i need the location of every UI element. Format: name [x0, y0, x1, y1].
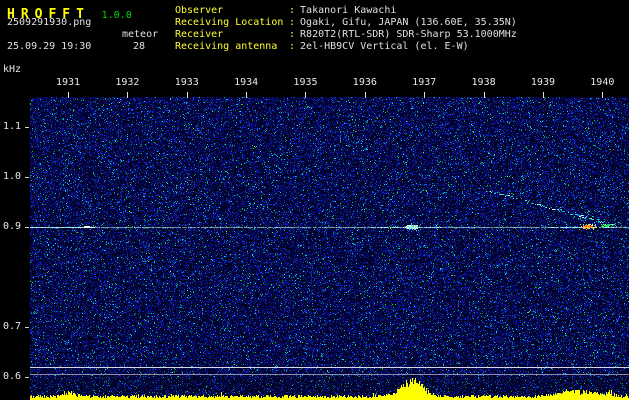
info-label: Observer: [175, 5, 224, 16]
time-label: 1931: [55, 77, 81, 88]
info-label: Receiver: [175, 29, 224, 40]
info-value: Ogaki, Gifu, JAPAN (136.60E, 35.35N): [300, 17, 517, 28]
info-colon: :: [289, 29, 296, 40]
echo-count: 28: [133, 41, 146, 52]
app-version: 1.0.0: [101, 10, 132, 21]
info-colon: :: [289, 17, 296, 28]
freq-label: 0.9: [2, 221, 21, 232]
info-colon: :: [289, 5, 296, 16]
info-value: 2el-HB9CV Vertical (el. E-W): [300, 41, 469, 52]
hrofft-output: HROFFT 1.0.0 2509291930.png meteor 25.09…: [0, 0, 629, 400]
info-colon: :: [289, 41, 296, 52]
time-label: 1933: [174, 77, 199, 88]
info-row-antenna: Receiving antenna:2el-HB9CV Vertical (el…: [175, 41, 517, 53]
mode-label: meteor: [122, 29, 159, 40]
info-row-location: Receiving Location: Ogaki, Gifu, JAPAN (1…: [175, 17, 517, 29]
info-row-observer: Observer: Takanori Kawachi: [175, 5, 517, 17]
freq-label: 1.0: [2, 171, 21, 182]
info-label: Receiving Location: [175, 17, 284, 28]
freq-label: 1.1: [2, 121, 21, 132]
time-label: 1936: [352, 77, 377, 88]
spectrogram-canvas: [30, 92, 629, 400]
freq-label: 0.7: [2, 321, 21, 332]
info-label: Receiving antenna: [175, 41, 278, 52]
freq-tick: [25, 377, 29, 378]
freq-tick: [25, 327, 29, 328]
freq-tick: [25, 177, 29, 178]
freq-tick: [25, 227, 29, 228]
time-label: 1934: [234, 77, 259, 88]
time-label: 1940: [590, 77, 615, 88]
info-value: Takanori Kawachi: [300, 5, 397, 16]
freq-label: 0.6: [2, 371, 21, 382]
time-label: 1937: [412, 77, 437, 88]
station-info: Observer: Takanori Kawachi Receiving Loca…: [175, 5, 517, 53]
time-label: 1935: [293, 77, 318, 88]
freq-axis: 1.1 1.0 0.9 0.7 0.6: [0, 0, 30, 400]
time-label: 1939: [530, 77, 555, 88]
info-row-receiver: Receiver: R820T2(RTL-SDR) SDR-Sharp 53.10…: [175, 29, 517, 41]
freq-tick: [25, 127, 29, 128]
time-axis: 1931 1932 1933 1934 1935 1936 1937 1938 1939 1940: [0, 77, 629, 90]
time-label: 1938: [471, 77, 496, 88]
info-value: R820T2(RTL-SDR) SDR-Sharp 53.1000MHz: [300, 29, 517, 40]
time-label: 1932: [115, 77, 140, 88]
